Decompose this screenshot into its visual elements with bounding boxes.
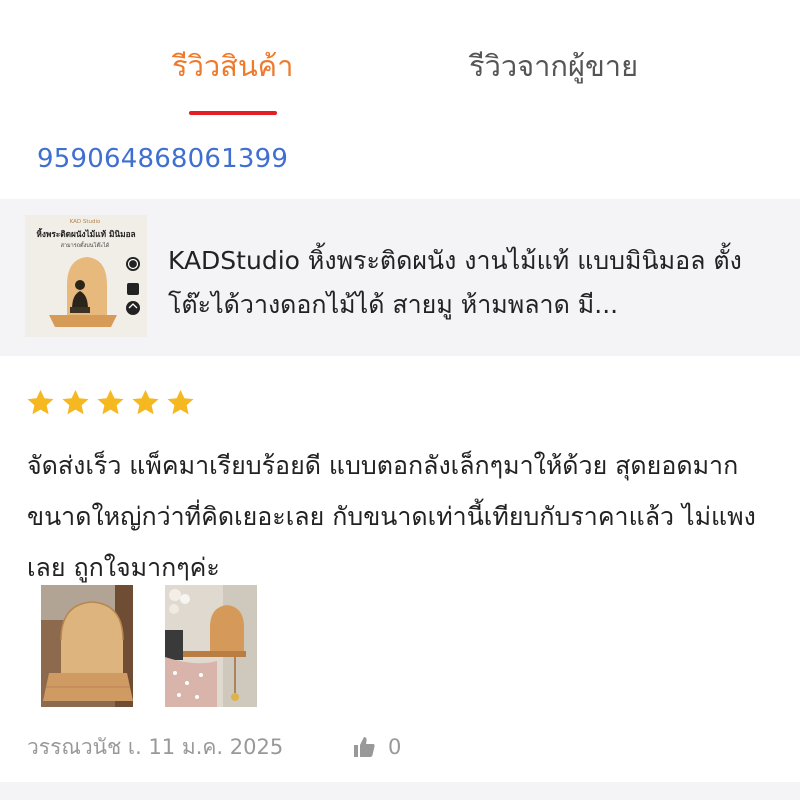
product-thumbnail: KAD Studio หิ้งพระติดผนังไม้แท้ มินิมอล … — [25, 215, 147, 337]
like-button[interactable]: 0 — [352, 730, 401, 764]
order-id-link[interactable]: 959064868061399 — [37, 140, 288, 178]
thumbs-up-icon — [354, 737, 375, 757]
thumb-headline: หิ้งพระติดผนังไม้แท้ มินิมอล — [36, 227, 135, 239]
review-meta: วรรณวนัช เ. 11 ม.ค. 2025 — [27, 729, 283, 765]
review-date: เ. 11 ม.ค. 2025 — [127, 735, 284, 759]
star-icon — [27, 389, 54, 415]
section-divider — [0, 782, 800, 800]
tab-product-reviews[interactable]: รีวิวสินค้า — [172, 44, 293, 88]
review-text: จัดส่งเร็ว แพ็คมาเรียบร้อยดี แบบตอกลังเล… — [27, 451, 756, 582]
thumb-subline: สามารถตั้งบนโต๊ะได้ — [61, 241, 110, 249]
tab-seller-reviews[interactable]: รีวิวจากผู้ขาย — [469, 44, 638, 88]
thumb-brand: KAD Studio — [70, 219, 101, 225]
review-author: วรรณวนัช — [27, 735, 122, 759]
star-icon — [167, 389, 194, 415]
star-icon — [62, 389, 89, 415]
review-photo-2-image — [165, 585, 257, 707]
product-title: KADStudio หิ้งพระติดผนัง งานไม้แท้ แบบมิ… — [168, 246, 742, 319]
rating-stars — [25, 388, 196, 418]
review-photo-1-image — [41, 585, 133, 707]
star-icon — [97, 389, 124, 415]
review-photo-2[interactable] — [165, 585, 257, 707]
like-count: 0 — [388, 735, 402, 759]
active-tab-indicator — [189, 111, 277, 115]
product-thumbnail-image: KAD Studio หิ้งพระติดผนังไม้แท้ มินิมอล … — [25, 215, 147, 337]
star-icon — [132, 389, 159, 415]
review-tabs: รีวิวสินค้า รีวิวจากผู้ขาย — [0, 0, 800, 130]
review-photo-1[interactable] — [41, 585, 133, 707]
product-card[interactable]: KAD Studio หิ้งพระติดผนังไม้แท้ มินิมอล … — [0, 199, 800, 356]
